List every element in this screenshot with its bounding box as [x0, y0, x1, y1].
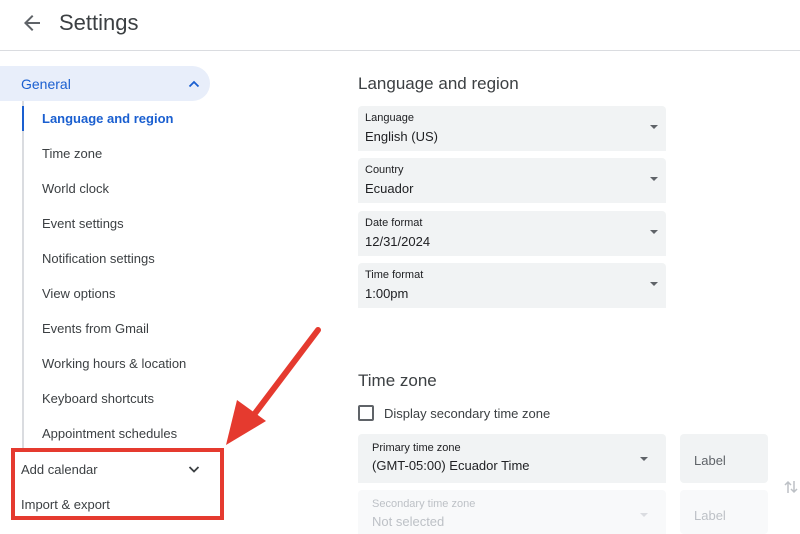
annotation-highlight-box [11, 448, 224, 520]
dropdown-arrow-icon [650, 125, 658, 129]
time-format-select[interactable]: Time format 1:00pm [358, 263, 666, 308]
primary-time-zone-value: (GMT-05:00) Ecuador Time [372, 458, 530, 473]
sidebar-item-world-clock[interactable]: World clock [42, 181, 109, 196]
date-format-select[interactable]: Date format 12/31/2024 [358, 211, 666, 256]
secondary-time-zone-select: Secondary time zone Not selected [358, 490, 666, 534]
sidebar-item-time-zone[interactable]: Time zone [42, 146, 102, 161]
secondary-label-placeholder: Label [694, 508, 726, 523]
language-select[interactable]: Language English (US) [358, 106, 666, 151]
secondary-time-zone-checkbox[interactable] [358, 405, 374, 421]
arrow-back-icon[interactable] [20, 11, 44, 35]
country-select-value: Ecuador [365, 181, 414, 196]
page-title: Settings [59, 10, 139, 35]
dropdown-arrow-icon [640, 513, 648, 517]
dropdown-arrow-icon [650, 177, 658, 181]
sidebar-item-view-options[interactable]: View options [42, 286, 115, 301]
section-title-language-region: Language and region [358, 74, 519, 93]
primary-time-zone-select[interactable]: Primary time zone (GMT-05:00) Ecuador Ti… [358, 434, 666, 483]
date-format-select-label: Date format [365, 217, 423, 229]
sidebar-item-event-settings[interactable]: Event settings [42, 216, 124, 231]
dropdown-arrow-icon [640, 457, 648, 461]
sidebar-item-working-hours[interactable]: Working hours & location [42, 356, 186, 371]
swap-vertical-icon[interactable] [783, 478, 799, 496]
sidebar-item-language-region[interactable]: Language and region [42, 111, 173, 126]
sidebar-item-general[interactable]: General [0, 66, 210, 101]
primary-time-zone-label-input[interactable]: Label [680, 434, 768, 483]
time-format-select-value: 1:00pm [365, 286, 409, 301]
date-format-select-value: 12/31/2024 [365, 234, 431, 249]
sidebar-item-general-label: General [21, 76, 71, 92]
country-select-label: Country [365, 164, 404, 176]
primary-label-placeholder: Label [694, 453, 726, 468]
active-indicator [22, 106, 24, 131]
secondary-time-zone-label-input: Label [680, 490, 768, 534]
dropdown-arrow-icon [650, 282, 658, 286]
secondary-time-zone-value: Not selected [372, 514, 445, 529]
top-bar: Settings [0, 0, 800, 51]
dropdown-arrow-icon [650, 230, 658, 234]
sidebar-item-notification-settings[interactable]: Notification settings [42, 251, 155, 266]
sidebar-item-appointment-schedules[interactable]: Appointment schedules [42, 426, 177, 441]
section-title-time-zone: Time zone [358, 371, 437, 390]
time-format-select-label: Time format [365, 269, 424, 281]
secondary-time-zone-checkbox-label: Display secondary time zone [384, 406, 551, 421]
primary-time-zone-label: Primary time zone [372, 442, 461, 454]
language-select-value: English (US) [365, 129, 438, 144]
general-subnav: Language and region Time zone World cloc… [22, 101, 222, 451]
sidebar-item-events-from-gmail[interactable]: Events from Gmail [42, 321, 149, 336]
country-select[interactable]: Country Ecuador [358, 158, 666, 203]
chevron-up-icon[interactable] [186, 76, 202, 92]
language-select-label: Language [365, 112, 414, 124]
secondary-time-zone-label: Secondary time zone [372, 498, 476, 510]
sidebar-item-keyboard-shortcuts[interactable]: Keyboard shortcuts [42, 391, 154, 406]
